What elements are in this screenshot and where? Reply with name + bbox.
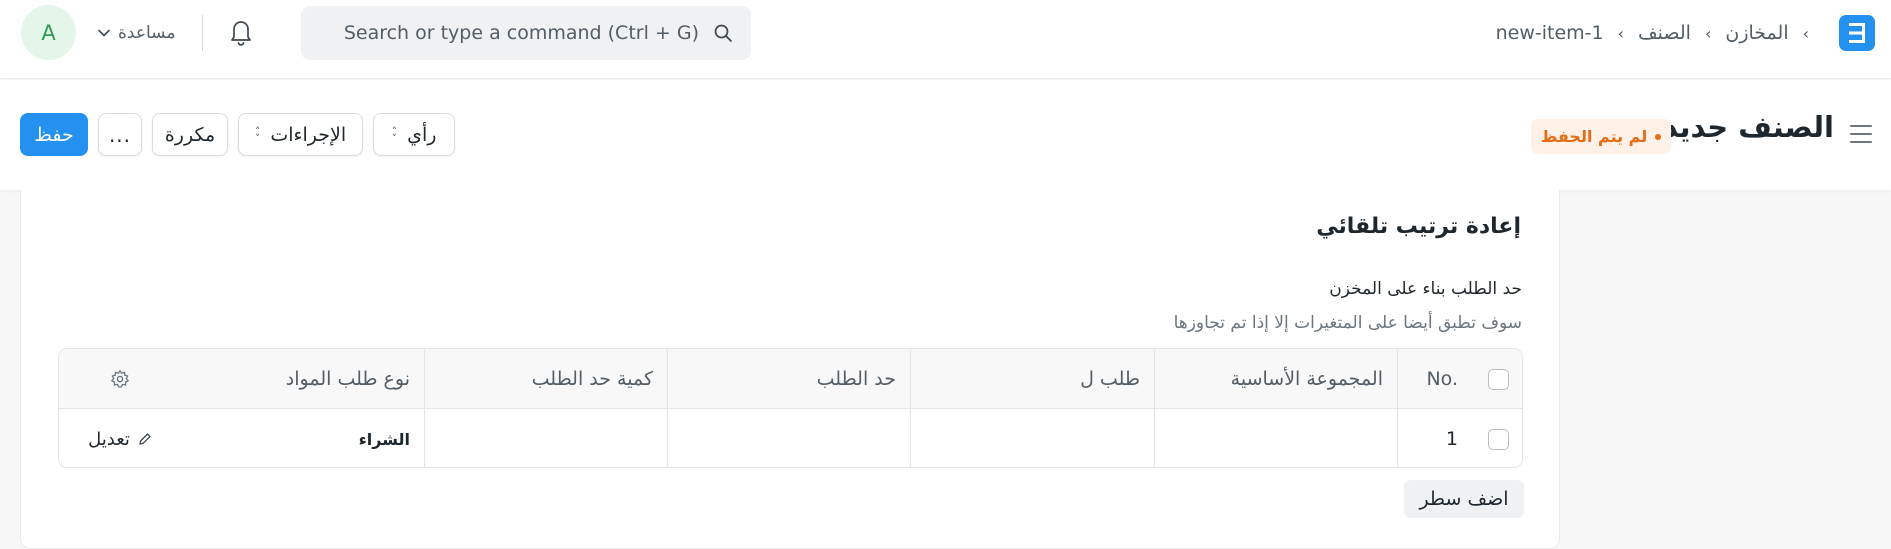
chevron-down-icon (98, 29, 110, 37)
gear-icon[interactable] (110, 369, 130, 389)
field-label: حد الطلب بناء على المخزن (1329, 279, 1522, 299)
row-edit-label: تعديل (88, 428, 130, 450)
field-description: سوف تطبق أيضا على المتغيرات إلا إذا تم ت… (1173, 313, 1522, 333)
app-logo[interactable] (1839, 15, 1875, 51)
column-header-reorder-qty[interactable]: كمية حد الطلب (425, 349, 668, 409)
search-icon (714, 24, 732, 42)
breadcrumb-item-stock[interactable]: المخازن (1725, 22, 1788, 44)
page-head: الصنف جديد لم يتم الحفظ رأي ˄ ˅ الإجراءات… (0, 80, 1891, 190)
search-input[interactable]: Search or type a command (Ctrl + G) (344, 22, 699, 44)
column-header-material-request-type[interactable]: نوع طلب المواد (181, 349, 425, 409)
cell-reorder-level[interactable] (668, 409, 911, 467)
notification-bell-icon[interactable] (227, 17, 255, 47)
ellipsis-icon: ... (108, 122, 132, 147)
column-header-no: No. (1398, 349, 1522, 409)
row-edit-cell[interactable]: تعديل (59, 409, 181, 467)
logo-icon (1849, 23, 1865, 43)
top-navbar: › المخازن › الصنف › new-item-1 Search or… (0, 0, 1891, 79)
breadcrumb-separator: › (1704, 23, 1712, 43)
status-badge: لم يتم الحفظ (1531, 119, 1671, 154)
status-dot-icon (1655, 133, 1662, 140)
breadcrumb-item-item[interactable]: الصنف (1638, 22, 1691, 44)
row-select-checkbox[interactable] (1488, 428, 1509, 450)
duplicate-button[interactable]: مكررة (152, 113, 228, 156)
view-dropdown-button[interactable]: رأي ˄ ˅ (373, 113, 455, 156)
cell-row-number: 1 (1398, 409, 1522, 467)
breadcrumb-separator: › (1617, 23, 1624, 43)
column-header-warehouse-group[interactable]: المجموعة الأساسية (1155, 349, 1398, 409)
more-options-button[interactable]: ... (98, 113, 142, 156)
actions-dropdown-button[interactable]: الإجراءات ˄ ˅ (238, 113, 363, 156)
pencil-icon (139, 433, 151, 445)
save-button[interactable]: حفظ (20, 113, 88, 156)
sort-updown-icon: ˄ ˅ (391, 124, 398, 145)
cell-material-request-type[interactable]: الشراء (181, 409, 425, 467)
user-avatar[interactable]: A (21, 5, 76, 60)
column-header-reorder-level[interactable]: حد الطلب (668, 349, 911, 409)
column-settings-cell (59, 349, 181, 409)
help-dropdown[interactable]: مساعدة (98, 19, 175, 47)
search-bar[interactable]: Search or type a command (Ctrl + G) (301, 6, 751, 60)
table-row[interactable]: تعديل الشراء 1 (59, 409, 1522, 467)
row-edit-button[interactable]: تعديل (88, 429, 152, 450)
table-header-row: نوع طلب المواد كمية حد الطلب حد الطلب طل… (59, 349, 1522, 409)
column-header-no-label: No. (1426, 368, 1458, 390)
status-text: لم يتم الحفظ (1540, 127, 1648, 146)
navbar-divider (202, 15, 203, 51)
column-header-request-for[interactable]: طلب ل (911, 349, 1155, 409)
breadcrumb-item-current: new-item-1 (1495, 22, 1604, 44)
cell-request-for[interactable] (911, 409, 1155, 467)
sidebar-toggle-icon[interactable] (1850, 125, 1872, 143)
reorder-table: نوع طلب المواد كمية حد الطلب حد الطلب طل… (58, 348, 1523, 468)
actions-button-label: الإجراءات (270, 123, 347, 146)
select-all-checkbox[interactable] (1488, 368, 1509, 390)
sort-updown-icon: ˄ ˅ (254, 124, 261, 145)
view-button-label: رأي (407, 123, 437, 146)
breadcrumb: › المخازن › الصنف › new-item-1 (1496, 20, 1809, 46)
cell-reorder-qty[interactable] (425, 409, 668, 467)
add-row-button[interactable]: اضف سطر (1404, 480, 1524, 518)
breadcrumb-separator: › (1802, 23, 1809, 43)
help-label: مساعدة (118, 23, 176, 43)
page-title: الصنف جديد (1662, 110, 1834, 144)
cell-warehouse-group[interactable] (1155, 409, 1398, 467)
form-section-card: إعادة ترتيب تلقائي حد الطلب بناء على الم… (20, 190, 1560, 549)
section-title: إعادة ترتيب تلقائي (1316, 214, 1521, 239)
row-number: 1 (1445, 428, 1458, 450)
